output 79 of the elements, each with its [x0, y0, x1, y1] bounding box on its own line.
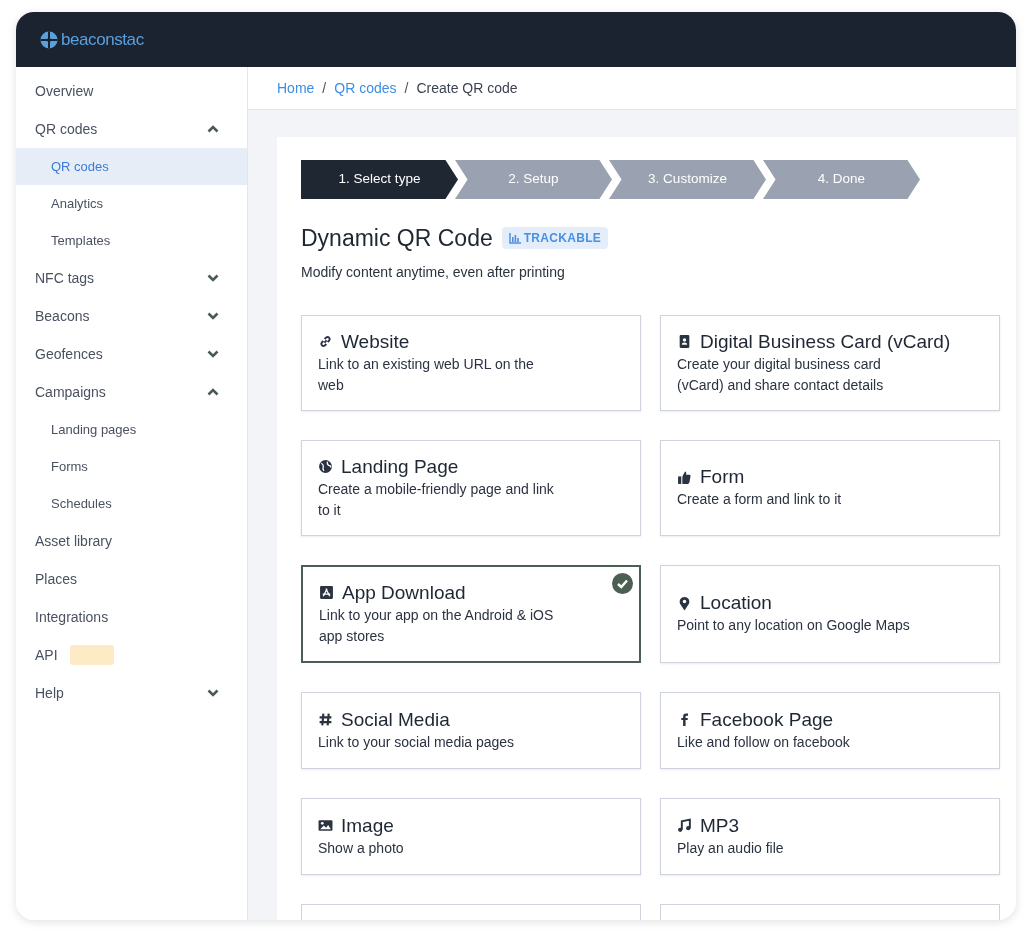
breadcrumb-separator: /: [322, 78, 327, 98]
sidebar-item-label: Geofences: [35, 344, 103, 364]
card-title: MP3: [700, 813, 740, 838]
card-description: Create your digital business card (vCard) and share contact details: [677, 354, 885, 395]
thumbs-up-icon: [677, 469, 692, 485]
sidebar-subitem[interactable]: Schedules: [16, 485, 247, 522]
app-store-icon: [319, 585, 334, 600]
hashtag-icon: [318, 712, 333, 727]
card-title: Image: [341, 813, 394, 838]
bar-chart-icon: [508, 232, 521, 244]
card-description: Show a photo: [318, 838, 405, 858]
music-note-icon: [677, 818, 692, 833]
card-description: Link to your app on the Android & iOS app stores: [319, 605, 555, 646]
image-icon: [318, 818, 333, 833]
check-circle-icon: [612, 572, 633, 594]
sidebar-subitem[interactable]: Forms: [16, 448, 247, 485]
type-card[interactable]: App Download Link to your app on the Android & iOS app stores: [301, 564, 641, 663]
type-card[interactable]: Facebook Page Like and follow on facebook: [660, 691, 1000, 769]
card-title: Form: [700, 465, 745, 489]
sidebar-item[interactable]: API: [16, 636, 247, 674]
sidebar-subitem[interactable]: Templates: [16, 222, 247, 259]
sidebar-item[interactable]: Geofences: [16, 335, 247, 373]
link-icon: [318, 334, 333, 349]
page-title: Dynamic QR Code: [301, 224, 493, 253]
brand-name: beaconstac: [61, 28, 144, 51]
sidebar-item-label: Integrations: [35, 607, 109, 627]
sidebar-item[interactable]: Places: [16, 560, 247, 598]
type-card[interactable]: Website Link to an existing web URL on the web: [301, 314, 641, 411]
map-pin-icon: [677, 595, 692, 611]
sidebar-item[interactable]: QR codes: [16, 110, 247, 148]
sidebar-subitem[interactable]: QR codes: [16, 148, 247, 185]
card-description: Create a form and link to it: [677, 490, 843, 509]
globe-icon: [318, 459, 333, 474]
sidebar-item-label: Asset library: [35, 531, 113, 551]
card-description: Play an audio file: [677, 838, 785, 858]
card-description: Link to your social media pages: [318, 732, 516, 752]
sidebar-item-label: QR codes: [35, 119, 98, 139]
card-description: Like and follow on facebook: [677, 732, 851, 752]
breadcrumb-link[interactable]: QR codes: [334, 77, 397, 99]
card-description: Point to any location on Google Maps: [677, 616, 911, 635]
sidebar-item[interactable]: Campaigns: [16, 373, 247, 411]
sidebar-subitem[interactable]: Landing pages: [16, 411, 247, 448]
type-card[interactable]: Location Point to any location on Google Maps: [660, 564, 1000, 663]
sidebar-item-label: Campaigns: [35, 382, 106, 402]
card-title: Digital Business Card (vCard): [700, 329, 951, 354]
card-description: Link to an existing web URL on the web: [318, 354, 535, 395]
sidebar-item-label: API: [35, 645, 58, 665]
contact-card-icon: [677, 334, 692, 349]
sidebar-item-label: NFC tags: [35, 268, 95, 288]
type-card[interactable]: Social Media Link to your social media pages: [301, 691, 641, 769]
sidebar-item[interactable]: Overview: [16, 72, 247, 110]
page-subtitle: Modify content anytime, even after printing: [301, 262, 566, 282]
card-title: Landing Page: [341, 454, 459, 479]
card-title: Facebook Page: [700, 707, 834, 732]
trackable-badge: TRACKABLE: [501, 227, 609, 250]
type-card[interactable]: Form Create a form and link to it: [660, 439, 1000, 536]
sidebar-subitem[interactable]: Analytics: [16, 185, 247, 222]
sidebar-item-label: Places: [35, 569, 78, 589]
card-title: App Download: [342, 580, 466, 605]
sidebar-item[interactable]: Beacons: [16, 297, 247, 335]
sidebar-item[interactable]: Help: [16, 674, 247, 712]
sidebar-item-label: Overview: [35, 81, 94, 101]
logo-icon: [40, 30, 58, 49]
type-card[interactable]: Landing Page Create a mobile-friendly page and link to it: [301, 439, 641, 536]
breadcrumb-current: Create QR code: [416, 78, 518, 98]
card-title: Location: [700, 591, 772, 615]
sidebar-item[interactable]: Integrations: [16, 598, 247, 636]
card-description: Create a mobile-friendly page and link to it: [318, 479, 555, 520]
sidebar-item[interactable]: Asset library: [16, 522, 247, 560]
sidebar-item[interactable]: NFC tags: [16, 259, 247, 297]
card-title: Website: [341, 329, 410, 354]
breadcrumb-separator: /: [404, 78, 409, 98]
step-tab[interactable]: 1. Select type: [301, 160, 458, 199]
sidebar-item-label: Beacons: [35, 306, 90, 326]
type-card[interactable]: Image Show a photo: [301, 797, 641, 875]
card-title: Social Media: [341, 707, 450, 732]
sidebar-item-label: Help: [35, 683, 64, 703]
type-card[interactable]: MP3 Play an audio file: [660, 797, 1000, 875]
type-card[interactable]: Digital Business Card (vCard) Create your digital business card (vCard) and share contact details: [660, 314, 1000, 411]
